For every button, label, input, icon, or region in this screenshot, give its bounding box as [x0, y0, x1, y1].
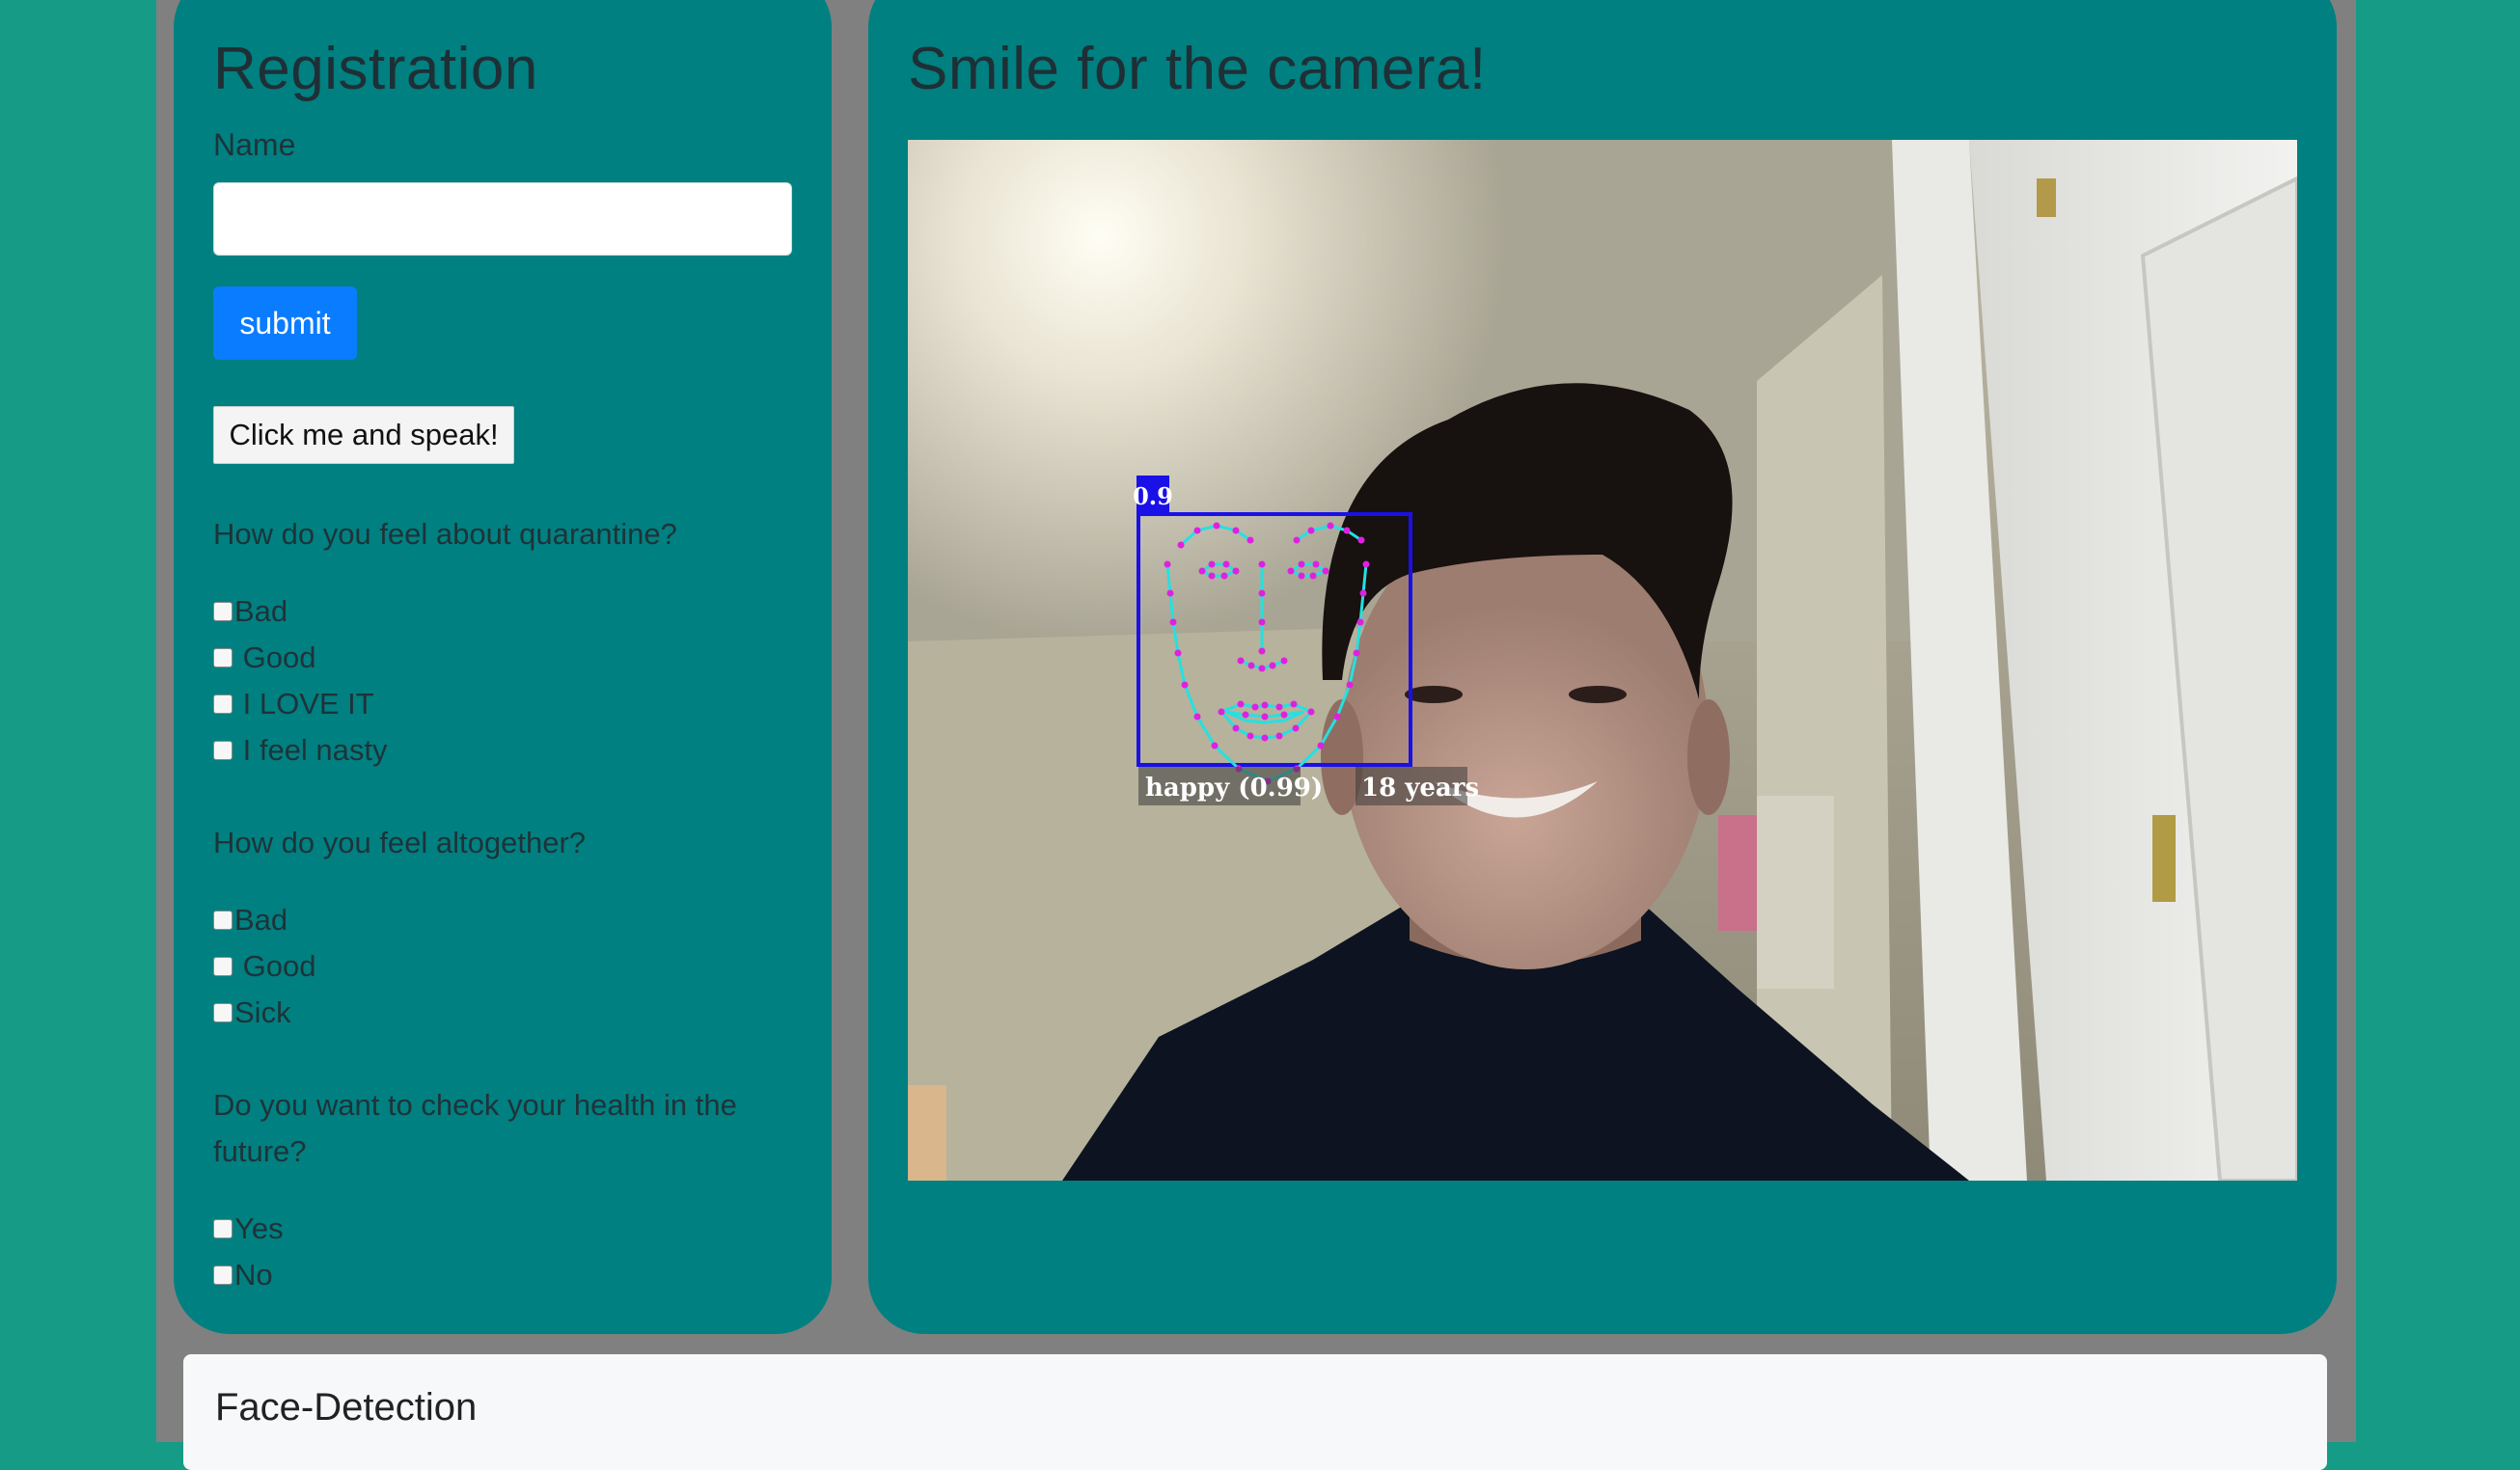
checkbox-label: Good [234, 949, 316, 983]
checkbox-row-bad[interactable]: Bad [213, 592, 288, 631]
checkbox-row-good[interactable]: Good [213, 947, 315, 986]
checkbox[interactable] [213, 648, 233, 667]
checkbox-label: Yes [234, 1211, 284, 1245]
question-altogether: How do you feel altogether? [213, 826, 587, 859]
camera-feed: 0.9 happy (0.99) 18 years [908, 140, 2297, 1181]
submit-button[interactable]: submit [213, 286, 357, 360]
checkbox-label: Bad [234, 903, 288, 937]
checkbox-row-no[interactable]: No [213, 1256, 273, 1294]
question-health-future: Do you want to check your health in the … [213, 1088, 737, 1168]
question-quarantine: How do you feel about quarantine? [213, 517, 677, 551]
detection-score: 0.9 [1133, 482, 1173, 510]
age-label: 18 years [1361, 774, 1479, 803]
name-input[interactable] [213, 182, 792, 256]
checkbox[interactable] [213, 694, 233, 714]
checkbox-row-nasty[interactable]: I feel nasty [213, 731, 388, 770]
camera-title: Smile for the camera! [908, 36, 1487, 102]
checkbox-row-sick[interactable]: Sick [213, 994, 291, 1032]
checkbox-row-love-it[interactable]: I LOVE IT [213, 685, 374, 723]
speak-button[interactable]: Click me and speak! [213, 406, 514, 464]
checkbox-label: Bad [234, 594, 288, 628]
face-detection-card: Face-Detection [183, 1354, 2327, 1470]
registration-title: Registration [213, 36, 538, 102]
checkbox-row-yes[interactable]: Yes [213, 1210, 284, 1248]
checkbox[interactable] [213, 957, 233, 976]
checkbox[interactable] [213, 602, 233, 621]
checkbox[interactable] [213, 1266, 233, 1285]
checkbox-row-good[interactable]: Good [213, 639, 315, 677]
checkbox-label: I feel nasty [234, 733, 388, 767]
checkbox-row-bad[interactable]: Bad [213, 901, 288, 939]
checkbox-label: No [234, 1258, 273, 1292]
expression-label: happy (0.99) [1145, 774, 1323, 803]
face-detection-title: Face-Detection [215, 1386, 478, 1429]
checkbox[interactable] [213, 741, 233, 760]
checkbox[interactable] [213, 1003, 233, 1022]
checkbox-label: Sick [234, 995, 291, 1029]
checkbox[interactable] [213, 1219, 233, 1239]
camera-image: 0.9 happy (0.99) 18 years [908, 140, 2297, 1181]
checkbox-label: I LOVE IT [234, 687, 374, 721]
checkbox[interactable] [213, 911, 233, 930]
name-label: Name [213, 127, 296, 162]
checkbox-label: Good [234, 640, 316, 674]
